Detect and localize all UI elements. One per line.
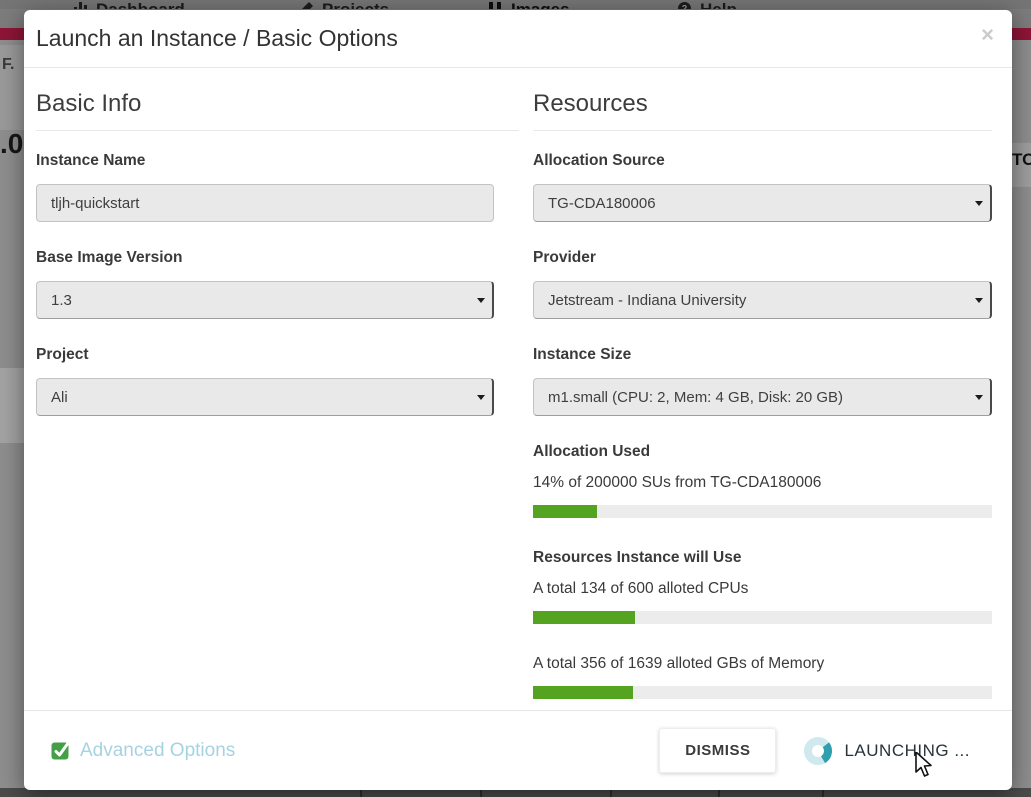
- mouse-cursor: [915, 752, 937, 778]
- nav-item-projects[interactable]: Projects: [300, 0, 389, 9]
- instance-size-value: m1.small (CPU: 2, Mem: 4 GB, Disk: 20 GB…: [548, 389, 843, 406]
- chevron-down-icon: [975, 201, 983, 206]
- pencil-icon: [300, 2, 313, 9]
- chevron-down-icon: [975, 395, 983, 400]
- advanced-options-link[interactable]: Advanced Options: [50, 740, 235, 762]
- memory-usage-progress: [533, 686, 992, 699]
- close-icon[interactable]: ×: [981, 22, 994, 48]
- bar-chart-icon: [74, 2, 87, 9]
- launch-instance-modal: Launch an Instance / Basic Options × Bas…: [24, 10, 1012, 790]
- instance-size-select[interactable]: m1.small (CPU: 2, Mem: 4 GB, Disk: 20 GB…: [533, 378, 992, 416]
- backdrop-left-box: [0, 368, 24, 443]
- resources-heading: Resources: [533, 90, 992, 131]
- instance-name-input[interactable]: [36, 184, 494, 222]
- allocation-used-progress: [533, 505, 992, 518]
- modal-header: Launch an Instance / Basic Options ×: [24, 10, 1012, 68]
- project-value: Ali: [51, 389, 68, 406]
- instance-size-label: Instance Size: [533, 345, 992, 365]
- basic-info-section: Basic Info Instance Name Base Image Vers…: [36, 68, 519, 710]
- checkbox-checked-icon: [50, 740, 71, 761]
- cpu-usage-progress: [533, 611, 992, 624]
- provider-value: Jetstream - Indiana University: [548, 292, 746, 309]
- loading-spinner-icon: [803, 736, 833, 766]
- allocation-used-label: Allocation Used: [533, 442, 992, 462]
- allocation-source-select[interactable]: TG-CDA180006: [533, 184, 992, 222]
- memory-usage-detail: A total 356 of 1639 alloted GBs of Memor…: [533, 654, 992, 674]
- provider-label: Provider: [533, 248, 992, 268]
- modal-title: Launch an Instance / Basic Options: [36, 25, 398, 52]
- project-select[interactable]: Ali: [36, 378, 494, 416]
- instance-usage-label: Resources Instance will Use: [533, 548, 992, 568]
- allocation-source-label: Allocation Source: [533, 151, 992, 171]
- cpu-usage-detail: A total 134 of 600 alloted CPUs: [533, 579, 992, 599]
- instance-name-label: Instance Name: [36, 151, 519, 171]
- project-label: Project: [36, 345, 519, 365]
- nav-item-help[interactable]: ? Help: [678, 0, 737, 9]
- provider-select[interactable]: Jetstream - Indiana University: [533, 281, 992, 319]
- nav-item-label: Images: [511, 0, 570, 9]
- progress-fill: [533, 611, 635, 624]
- progress-fill: [533, 686, 633, 699]
- allocation-used-detail: 14% of 200000 SUs from TG-CDA180006: [533, 473, 992, 493]
- svg-text:?: ?: [682, 4, 688, 10]
- advanced-options-label: Advanced Options: [80, 740, 235, 762]
- chevron-down-icon: [975, 298, 983, 303]
- dismiss-button[interactable]: DISMISS: [659, 728, 776, 773]
- images-icon: [488, 2, 502, 9]
- resources-section: Resources Allocation Source TG-CDA180006…: [533, 68, 992, 710]
- base-image-version-label: Base Image Version: [36, 248, 519, 268]
- launching-status[interactable]: LAUNCHING ...: [803, 736, 970, 766]
- chevron-down-icon: [477, 395, 485, 400]
- nav-item-images[interactable]: Images: [488, 0, 570, 9]
- backdrop-text-fragment: .0: [0, 128, 23, 160]
- help-icon: ?: [678, 2, 691, 9]
- chevron-down-icon: [477, 298, 485, 303]
- progress-fill: [533, 505, 597, 518]
- modal-footer: Advanced Options DISMISS LAUNCHING ...: [24, 710, 1012, 790]
- allocation-source-value: TG-CDA180006: [548, 195, 656, 212]
- base-image-version-value: 1.3: [51, 292, 72, 309]
- nav-item-label: Dashboard: [96, 0, 185, 9]
- nav-item-dashboard[interactable]: Dashboard: [74, 0, 185, 9]
- nav-item-label: Help: [700, 0, 737, 9]
- basic-info-heading: Basic Info: [36, 90, 519, 131]
- backdrop-text-fragment: TO: [1012, 150, 1031, 170]
- backdrop-text-fragment: F.: [2, 56, 14, 74]
- top-navbar: Dashboard Projects Images ? Help: [0, 0, 1031, 9]
- modal-body: Basic Info Instance Name Base Image Vers…: [24, 68, 1012, 710]
- launching-label: LAUNCHING ...: [844, 741, 970, 761]
- nav-item-label: Projects: [322, 0, 389, 9]
- base-image-version-select[interactable]: 1.3: [36, 281, 494, 319]
